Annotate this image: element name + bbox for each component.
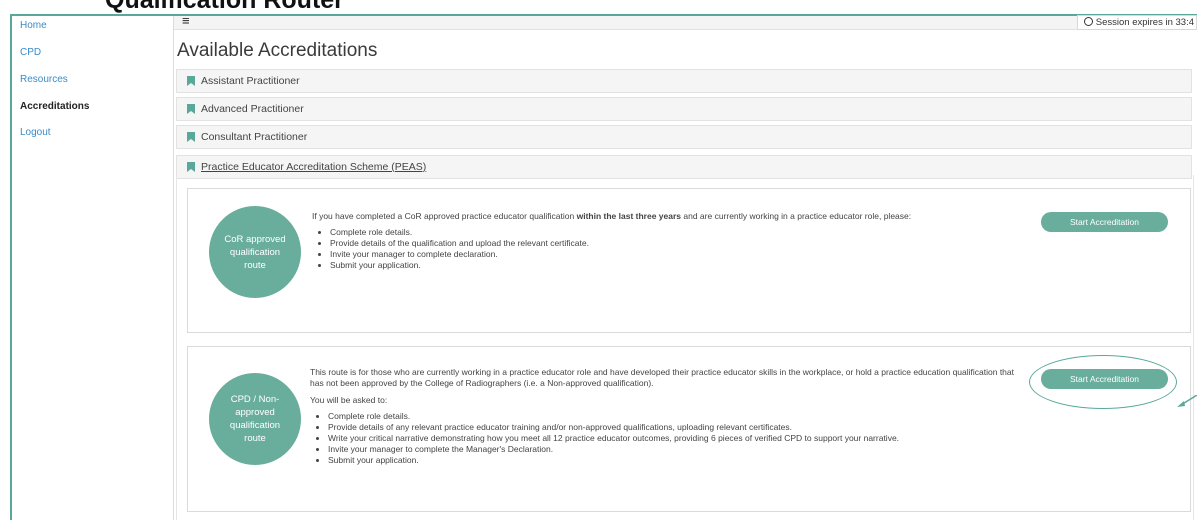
- intro-text: If you have completed a CoR approved pra…: [312, 211, 577, 221]
- list-item: Write your critical narrative demonstrat…: [328, 433, 1030, 444]
- route-badge-label: CPD / Non-approved qualification route: [229, 394, 281, 444]
- list-item: Invite your manager to complete declarat…: [330, 249, 1012, 260]
- intro-text-end: and are currently working in a practice …: [681, 211, 912, 221]
- top-bar: ≡ Session expires in 33:4: [174, 13, 1197, 30]
- route-badge-label: CoR approved qualification route: [224, 233, 286, 271]
- sidebar-item-cpd[interactable]: CPD: [20, 47, 41, 58]
- clock-icon: [1083, 17, 1093, 26]
- session-text: Session expires in 33:4: [1095, 17, 1194, 28]
- sidebar-item-logout[interactable]: Logout: [20, 127, 51, 138]
- bookmark-icon: [187, 76, 195, 86]
- list-item: Submit your application.: [330, 260, 1012, 271]
- intro-text: This route is for those who are currentl…: [310, 367, 1014, 388]
- asked-text: You will be asked to:: [310, 395, 388, 405]
- sidebar: Home CPD Resources Accreditations Logout: [12, 16, 174, 520]
- page-heading: Qualification Router: [105, 0, 344, 14]
- sidebar-item-resources[interactable]: Resources: [20, 74, 68, 85]
- arrow-annotation-icon: [1177, 395, 1197, 407]
- list-item: Complete role details.: [330, 227, 1012, 238]
- list-item: Complete role details.: [328, 411, 1030, 422]
- list-item: Submit your application.: [328, 455, 1030, 466]
- step-list: Complete role details. Provide details o…: [310, 411, 1030, 466]
- accordion-label: Assistant Practitioner: [201, 75, 300, 87]
- highlight-circle-annotation: [1029, 355, 1177, 409]
- route-description: If you have completed a CoR approved pra…: [312, 211, 1012, 271]
- list-item: Provide details of the qualification and…: [330, 238, 1012, 249]
- route-badge: CPD / Non-approved qualification route: [209, 373, 301, 465]
- accordion-assistant-practitioner[interactable]: Assistant Practitioner: [176, 69, 1192, 93]
- accordion-consultant-practitioner[interactable]: Consultant Practitioner: [176, 125, 1192, 149]
- hamburger-icon[interactable]: ≡: [182, 13, 190, 28]
- step-list: Complete role details. Provide details o…: [312, 227, 1012, 271]
- route-description: This route is for those who are currentl…: [310, 367, 1030, 466]
- route-card-cor-approved: CoR approved qualification route If you …: [187, 188, 1191, 333]
- page-title: Available Accreditations: [177, 40, 378, 61]
- accordion-label: Consultant Practitioner: [201, 131, 308, 143]
- sidebar-item-home[interactable]: Home: [20, 20, 47, 31]
- intro-bold: within the last three years: [576, 211, 682, 221]
- accordion-label: Advanced Practitioner: [201, 103, 304, 115]
- bookmark-icon: [187, 162, 195, 172]
- list-item: Provide details of any relevant practice…: [328, 422, 1030, 433]
- accordion-advanced-practitioner[interactable]: Advanced Practitioner: [176, 97, 1192, 121]
- bookmark-icon: [187, 104, 195, 114]
- bookmark-icon: [187, 132, 195, 142]
- route-badge: CoR approved qualification route: [209, 206, 301, 298]
- sidebar-item-accreditations[interactable]: Accreditations: [20, 101, 89, 112]
- list-item: Invite your manager to complete the Mana…: [328, 444, 1030, 455]
- session-timer: Session expires in 33:4: [1076, 15, 1197, 30]
- start-accreditation-button[interactable]: Start Accreditation: [1041, 212, 1168, 232]
